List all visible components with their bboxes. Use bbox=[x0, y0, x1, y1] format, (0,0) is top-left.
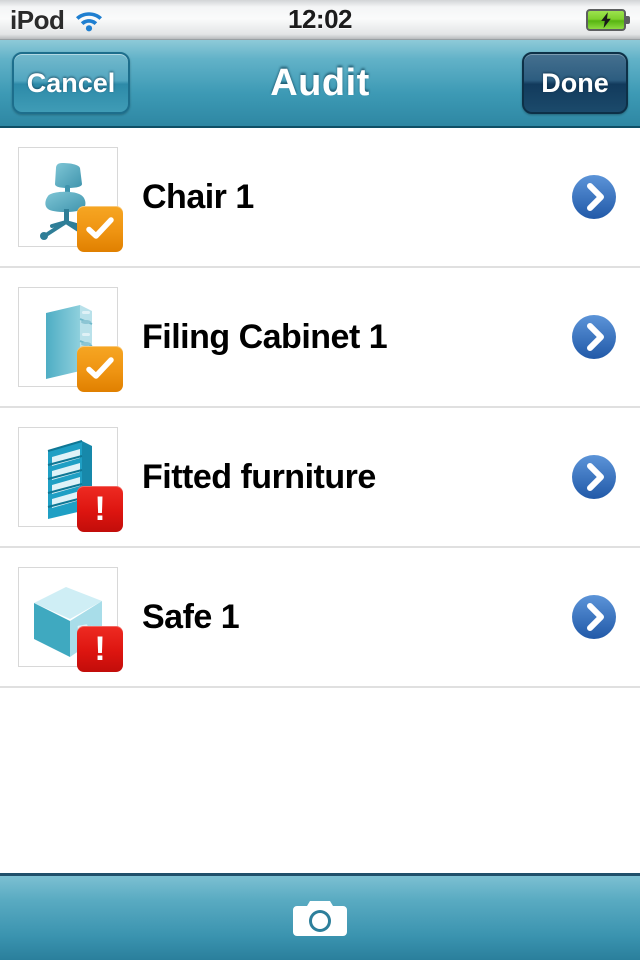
done-button[interactable]: Done bbox=[522, 52, 628, 114]
battery-charging-icon bbox=[586, 8, 630, 31]
cancel-button[interactable]: Cancel bbox=[12, 52, 130, 114]
navigation-bar: Cancel Audit Done bbox=[0, 40, 640, 128]
camera-icon bbox=[293, 901, 347, 936]
camera-button[interactable] bbox=[287, 890, 353, 946]
done-button-label: Done bbox=[541, 67, 609, 98]
exclamation-glyph: ! bbox=[94, 490, 106, 528]
chevron-right-icon[interactable] bbox=[566, 449, 622, 505]
checkmark-badge-icon bbox=[77, 346, 123, 392]
audit-item-list: Chair 1 Filing Cabinet 1 ! Fitted furnit… bbox=[0, 128, 640, 880]
cancel-button-label: Cancel bbox=[26, 67, 116, 98]
item-thumbnail: ! bbox=[18, 567, 123, 672]
status-bar-right bbox=[586, 8, 630, 31]
item-thumbnail bbox=[18, 287, 123, 392]
checkmark-badge-icon bbox=[77, 206, 123, 252]
item-label: Filing Cabinet 1 bbox=[142, 317, 388, 356]
page-title: Audit bbox=[270, 61, 370, 104]
empty-row bbox=[0, 688, 640, 880]
table-row[interactable]: ! Fitted furniture bbox=[0, 408, 640, 548]
exclamation-glyph: ! bbox=[94, 630, 106, 668]
table-row[interactable]: Filing Cabinet 1 bbox=[0, 268, 640, 408]
exclamation-badge-icon: ! bbox=[77, 626, 123, 672]
item-thumbnail: ! bbox=[18, 427, 123, 532]
item-label: Fitted furniture bbox=[142, 457, 376, 496]
chevron-right-icon[interactable] bbox=[566, 309, 622, 365]
bottom-toolbar bbox=[0, 873, 640, 960]
status-bar-time: 12:02 bbox=[288, 4, 353, 34]
exclamation-badge-icon: ! bbox=[77, 486, 123, 532]
table-row[interactable]: ! Safe 1 bbox=[0, 548, 640, 688]
item-label: Safe 1 bbox=[142, 597, 240, 636]
item-thumbnail bbox=[18, 147, 123, 252]
chevron-right-icon[interactable] bbox=[566, 589, 622, 645]
chevron-right-icon[interactable] bbox=[566, 169, 622, 225]
app-screen: iPod 12:02 Cancel Audit Done Chair 1 Fil… bbox=[0, 0, 640, 960]
table-row[interactable]: Chair 1 bbox=[0, 128, 640, 268]
status-bar: iPod 12:02 bbox=[0, 0, 640, 40]
item-label: Chair 1 bbox=[142, 177, 254, 216]
